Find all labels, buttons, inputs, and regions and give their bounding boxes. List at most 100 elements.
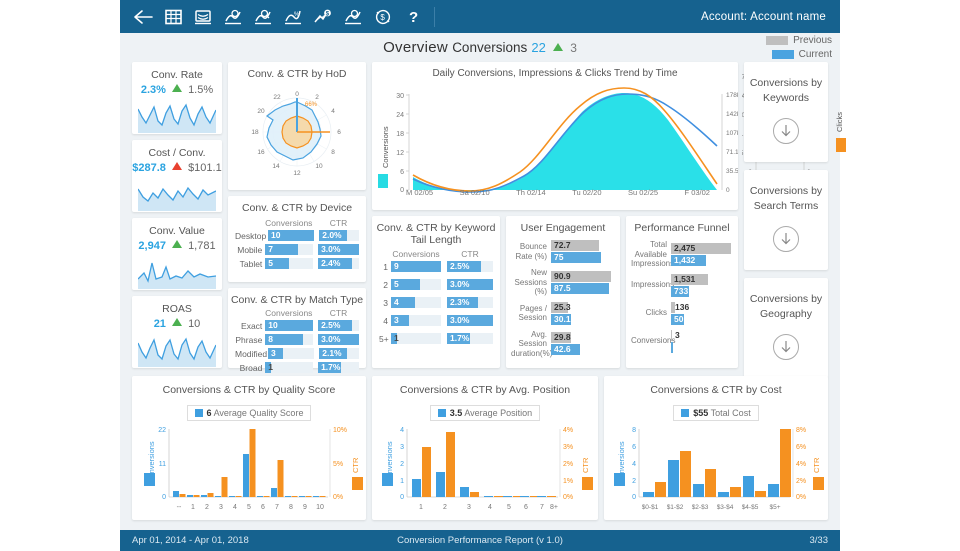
matchtype-card[interactable]: Conv. & CTR by Match Type Conversions CT… (228, 288, 366, 373)
matchtype-table-header: Conversions CTR (235, 308, 359, 318)
quality-legend[interactable]: 6 Average Quality Score (132, 403, 366, 421)
table-row[interactable]: 5+ 1 1.7% (379, 333, 493, 344)
table-row[interactable]: Desktop 10 2.0% (235, 230, 359, 241)
grid-dashboard-icon[interactable] (158, 3, 188, 31)
kpi-title: Conv. Value (149, 225, 205, 237)
svg-text:0%: 0% (563, 494, 573, 501)
hod-title: Conv. & CTR by HoD (247, 68, 347, 80)
funnel-row[interactable]: Impressions 1,531 733 (631, 273, 731, 297)
table-row[interactable]: 4 3 3.0% (379, 315, 493, 326)
nav-card-conversions-by-keywords[interactable]: Conversions by Keywords (744, 62, 828, 162)
user-engagement-card[interactable]: User Engagement Bounce Rate (%) 72.7 75 … (506, 216, 620, 368)
quality-swatch-conversions (144, 473, 155, 486)
legend-item-previous: Previous (766, 35, 832, 46)
quality-score-card[interactable]: Conversions & CTR by Quality Score 6 Ave… (132, 376, 366, 520)
svg-text:9: 9 (303, 504, 307, 511)
position-legend[interactable]: 3.5 Average Position (372, 403, 598, 421)
engagement-row[interactable]: Avg. Session duration(%) 29.8 42.6 (511, 330, 613, 359)
kpi-card-roas[interactable]: ROAS 21 10 (132, 296, 222, 368)
trend-ylabel-conversions: Conversions (381, 126, 390, 168)
table-row[interactable]: Tablet 5 2.4% (235, 258, 359, 269)
table-row[interactable]: Mobile 7 3.0% (235, 244, 359, 255)
trend-up-icon (172, 318, 182, 326)
row-previous: 1,531 (674, 273, 696, 284)
trend-x-axis-labels: M 02/05 Sa 02/10 Th 02/14 Tu 02/20 Su 02… (372, 188, 738, 202)
table-row[interactable]: 2 5 3.0% (379, 279, 493, 290)
device-report-icon[interactable] (338, 3, 368, 31)
table-row[interactable]: 3 4 2.3% (379, 297, 493, 308)
tail-length-card[interactable]: Conv. & CTR by Keyword Tail Length Conve… (372, 216, 500, 368)
cost-legend[interactable]: $55 Total Cost (604, 403, 828, 421)
engagement-row[interactable]: Pages / Session 25.3 30.1 (511, 301, 613, 325)
svg-text:35.5k: 35.5k (726, 168, 738, 175)
download-circle-icon[interactable] (773, 118, 799, 144)
nav-card-conversions-by-search-terms[interactable]: Conversions by Search Terms (744, 170, 828, 270)
cost-card[interactable]: Conversions & CTR by Cost $55 Total Cost… (604, 376, 828, 520)
svg-text:0%: 0% (796, 494, 806, 501)
x-tick: M 02/05 (406, 188, 434, 197)
kpi-card-conv-rate[interactable]: Conv. Rate 2.3% 1.5% (132, 62, 222, 134)
nav-card-conversions-by-geography[interactable]: Conversions by Geography (744, 278, 828, 378)
footer-page-number: 3/33 (809, 535, 829, 546)
row-label: 1 (383, 261, 388, 272)
position-y2label: CTR (581, 457, 590, 473)
col-ctr: CTR (461, 249, 479, 259)
svg-text:2: 2 (443, 504, 447, 511)
kpi-title: Conv. Rate (151, 69, 203, 81)
hod-radar-card[interactable]: Conv. & CTR by HoD 0 2 4 6 8 10 12 14 16… (228, 62, 366, 190)
table-row[interactable]: 1 9 2.5% (379, 261, 493, 272)
kpi-current: $287.8 (132, 162, 166, 174)
svg-text:0: 0 (632, 494, 636, 501)
table-row[interactable]: Phrase 8 3.0% (235, 334, 359, 345)
kpi-previous: 10 (188, 318, 201, 330)
engagement-rows: Bounce Rate (%) 72.7 75 New Sessions (%)… (506, 234, 620, 358)
kpi-values: 21 10 (132, 315, 222, 330)
svg-text:2%: 2% (796, 478, 806, 485)
funnel-row[interactable]: Total Available Impressions 2,475 1,432 (631, 240, 731, 269)
cost-y-ticks: 8 6 4 2 0 (632, 427, 636, 501)
help-icon[interactable]: ? (398, 3, 428, 31)
row-ctr: 2.3% (450, 297, 470, 307)
svg-text:0: 0 (400, 494, 404, 501)
geo-report-icon[interactable]: $ (308, 3, 338, 31)
row-conversions: 9 (394, 261, 399, 271)
avg-position-card[interactable]: Conversions & CTR by Avg. Position 3.5 A… (372, 376, 598, 520)
overview-report-icon[interactable] (188, 3, 218, 31)
table-row[interactable]: Exact 10 2.5% (235, 320, 359, 331)
trend-up-icon (172, 240, 182, 248)
back-arrow-icon[interactable] (128, 3, 158, 31)
kpi-card-cost-per-conv[interactable]: Cost / Conv. $287.8 $101.1 (132, 140, 222, 212)
footer-bar: Apr 01, 2014 - Apr 01, 2018 Conversion P… (120, 530, 840, 551)
hod-axis-label-12: 12 (293, 170, 301, 177)
search-report-icon[interactable] (248, 3, 278, 31)
conversions-report-icon[interactable] (218, 3, 248, 31)
svg-text:$: $ (380, 13, 385, 22)
download-circle-icon[interactable] (773, 334, 799, 360)
engagement-row[interactable]: New Sessions (%) 90.9 87.5 (511, 268, 613, 297)
funnel-row[interactable]: Conversions 3 22 (631, 329, 731, 353)
page-title-current: 22 (531, 40, 546, 55)
trend-axis-impressions: 178k142k107k 71.1k35.5k0 (726, 92, 743, 194)
svg-text:1: 1 (400, 478, 404, 485)
svg-text:3: 3 (400, 444, 404, 451)
svg-text:2%: 2% (563, 461, 573, 468)
svg-text:178k: 178k (726, 92, 738, 99)
svg-text:4: 4 (400, 427, 404, 434)
cost-report-icon[interactable]: $ (368, 3, 398, 31)
position-title: Conversions & CTR by Avg. Position (399, 384, 571, 396)
trend-report-icon[interactable]: % (278, 3, 308, 31)
cost-y2label: CTR (812, 457, 821, 473)
screenshot-frame: % $ $ ? Account: Account name Overview C… (0, 0, 960, 551)
legend-label-previous: Previous (793, 35, 832, 46)
download-circle-icon[interactable] (773, 226, 799, 252)
svg-text:6: 6 (261, 504, 265, 511)
engagement-row[interactable]: Bounce Rate (%) 72.7 75 (511, 240, 613, 263)
funnel-row[interactable]: Clicks 136 501 (631, 301, 731, 325)
kpi-card-conv-value[interactable]: Conv. Value 2,947 1,781 (132, 218, 222, 290)
device-card[interactable]: Conv. & CTR by Device Conversions CTR De… (228, 196, 366, 282)
cost-y2-ticks: 8% 6% 4% 2% 0% (796, 427, 806, 501)
hod-axis-label-6: 6 (337, 129, 341, 136)
table-row[interactable]: Broad 1 1.7% (235, 362, 359, 373)
performance-funnel-card[interactable]: Performance Funnel Total Available Impre… (626, 216, 738, 368)
table-row[interactable]: Modified 3 2.1% (235, 348, 359, 359)
